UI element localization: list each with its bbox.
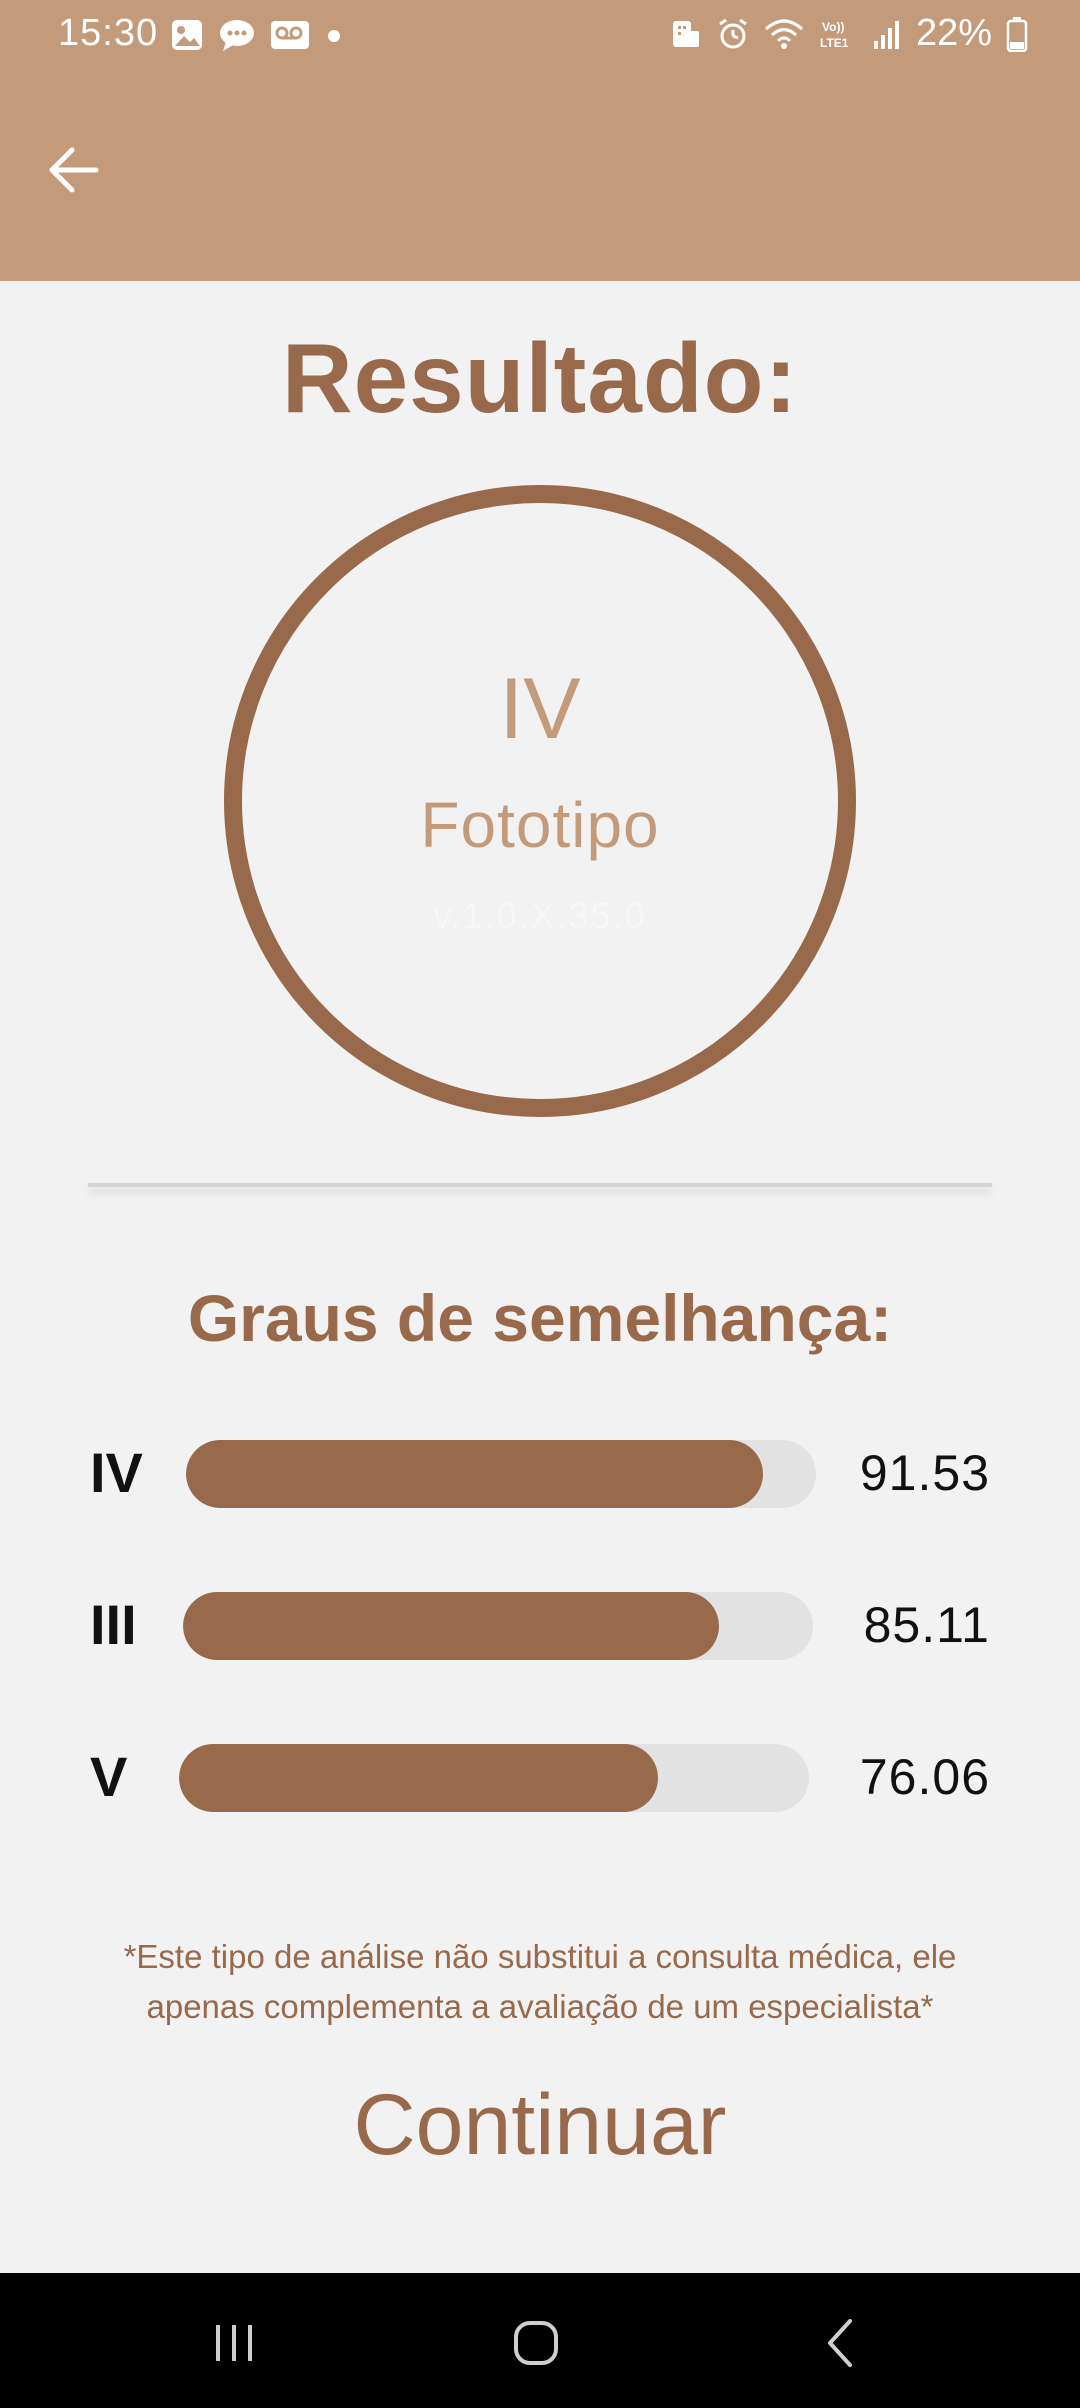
home-button[interactable]	[496, 2303, 576, 2383]
battery-percentage: 22%	[915, 12, 992, 54]
disclaimer-text: *Este tipo de análise não substitui a co…	[123, 1938, 957, 2025]
dot-icon	[324, 18, 344, 52]
similarity-bar-track	[179, 1744, 809, 1812]
nav-back-button[interactable]	[800, 2303, 880, 2383]
recents-button[interactable]	[194, 2303, 274, 2383]
similarity-row: IV 91.53	[0, 1438, 1080, 1508]
svg-text:Vo)): Vo))	[822, 20, 844, 34]
similarity-row: V 76.06	[0, 1742, 1080, 1812]
work-profile-icon	[670, 17, 702, 51]
divider	[88, 1183, 992, 1187]
back-icon	[828, 2319, 852, 2367]
similarity-value: 91.53	[859, 1445, 990, 1501]
similarity-value: 76.06	[859, 1749, 990, 1805]
similarity-label: IV	[90, 1441, 143, 1504]
status-system-icons: Vo)) LTE1 22%	[670, 12, 1028, 55]
wifi-icon	[764, 17, 804, 51]
chat-icon	[218, 18, 256, 52]
page-title: Resultado:	[281, 323, 799, 433]
similarity-row: III 85.11	[0, 1590, 1080, 1660]
svg-text:LTE1: LTE1	[820, 36, 849, 50]
similarity-bar-track	[186, 1440, 816, 1508]
image-icon	[170, 18, 204, 52]
home-icon	[514, 2321, 558, 2365]
similarity-value: 85.11	[863, 1597, 990, 1653]
battery-icon	[1006, 16, 1028, 52]
similarity-bar-fill	[183, 1592, 720, 1660]
back-button[interactable]	[44, 140, 104, 200]
version-text: v.1.0.X.35.0	[433, 895, 647, 936]
similarity-label: V	[90, 1745, 128, 1808]
similarity-bar-track	[183, 1592, 813, 1660]
continue-button[interactable]: Continuar	[300, 2070, 780, 2180]
similarity-bar-fill	[179, 1744, 659, 1812]
recents-icon	[216, 2325, 252, 2361]
screen: 15:30 Vo)) LTE1 22% Resultado: IV Fototi…	[0, 0, 1080, 2408]
result-phototype-label: Fototipo	[420, 789, 660, 861]
alarm-icon	[716, 17, 750, 51]
system-nav-bar	[0, 2273, 1080, 2408]
arrow-left-icon	[49, 147, 99, 193]
similarity-bar-fill	[186, 1440, 763, 1508]
volte-icon: Vo)) LTE1	[818, 17, 858, 51]
similarity-title: Graus de semelhança:	[187, 1281, 893, 1355]
similarity-label: III	[90, 1593, 137, 1656]
app-bar: 15:30 Vo)) LTE1 22%	[0, 0, 1080, 281]
status-time: 15:30	[58, 12, 159, 54]
voicemail-icon	[270, 18, 310, 52]
status-notification-icons	[170, 18, 344, 52]
signal-icon	[872, 17, 902, 51]
result-phototype-value: IV	[499, 661, 581, 757]
